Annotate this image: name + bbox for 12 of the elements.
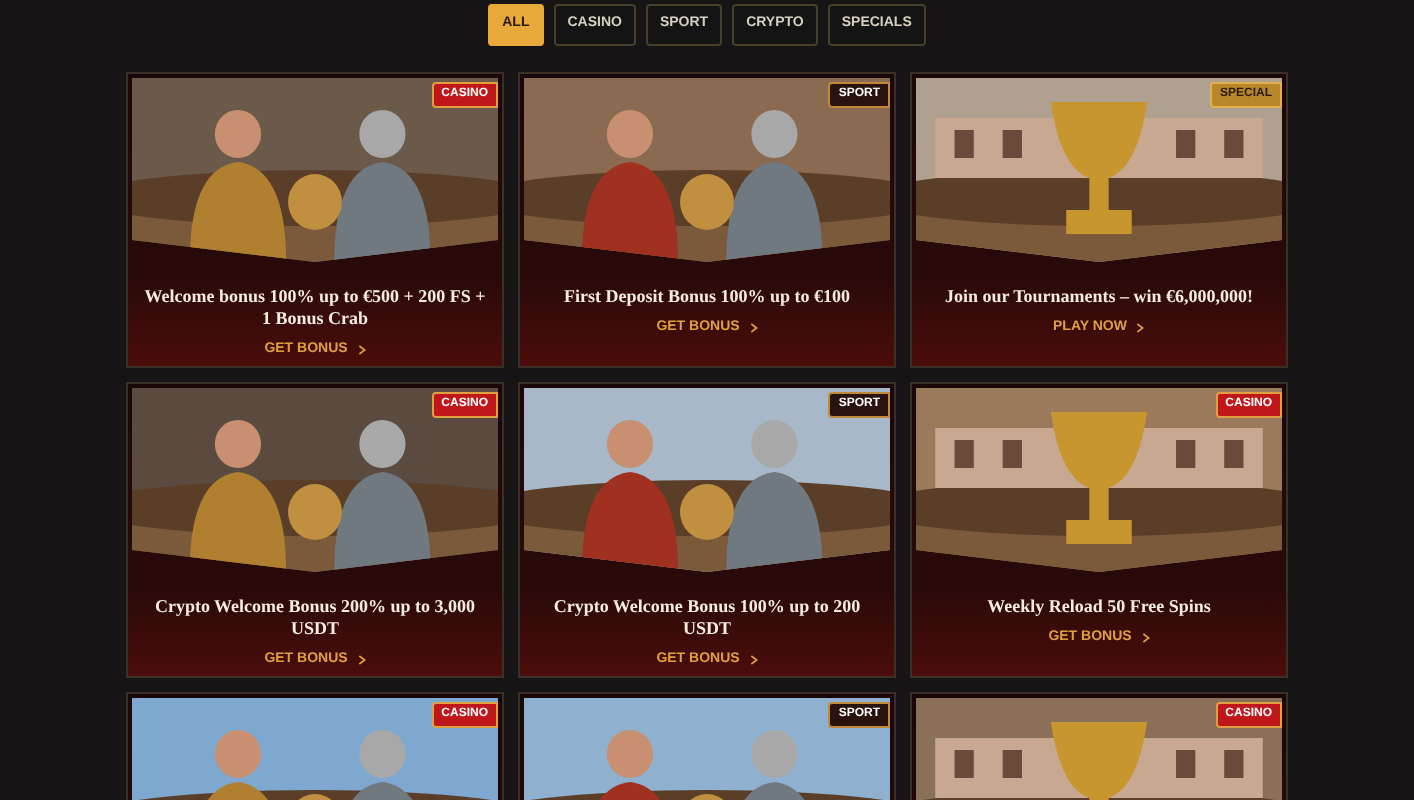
chevron-right-icon	[749, 654, 758, 667]
promo-title: Crypto Welcome Bonus 200% up to 3,000 USDT	[152, 596, 478, 640]
chevron-right-icon	[1136, 322, 1145, 335]
chevron-right-icon	[749, 322, 758, 335]
promo-title: Crypto Welcome Bonus 100% up to 200 USDT	[551, 596, 863, 640]
promo-title: Weekly Reload 50 Free Spins	[987, 596, 1211, 618]
promo-title: Welcome bonus 100% up to €500 + 200 FS + 1 Bonus Crab	[144, 286, 486, 330]
promo-title: First Deposit Bonus 100% up to €100	[563, 286, 850, 308]
promo-title: Join our Tournaments – win €6,000,000!	[944, 286, 1254, 308]
chevron-right-icon	[357, 654, 366, 667]
chevron-right-icon	[357, 344, 366, 357]
chevron-right-icon	[1141, 632, 1150, 645]
